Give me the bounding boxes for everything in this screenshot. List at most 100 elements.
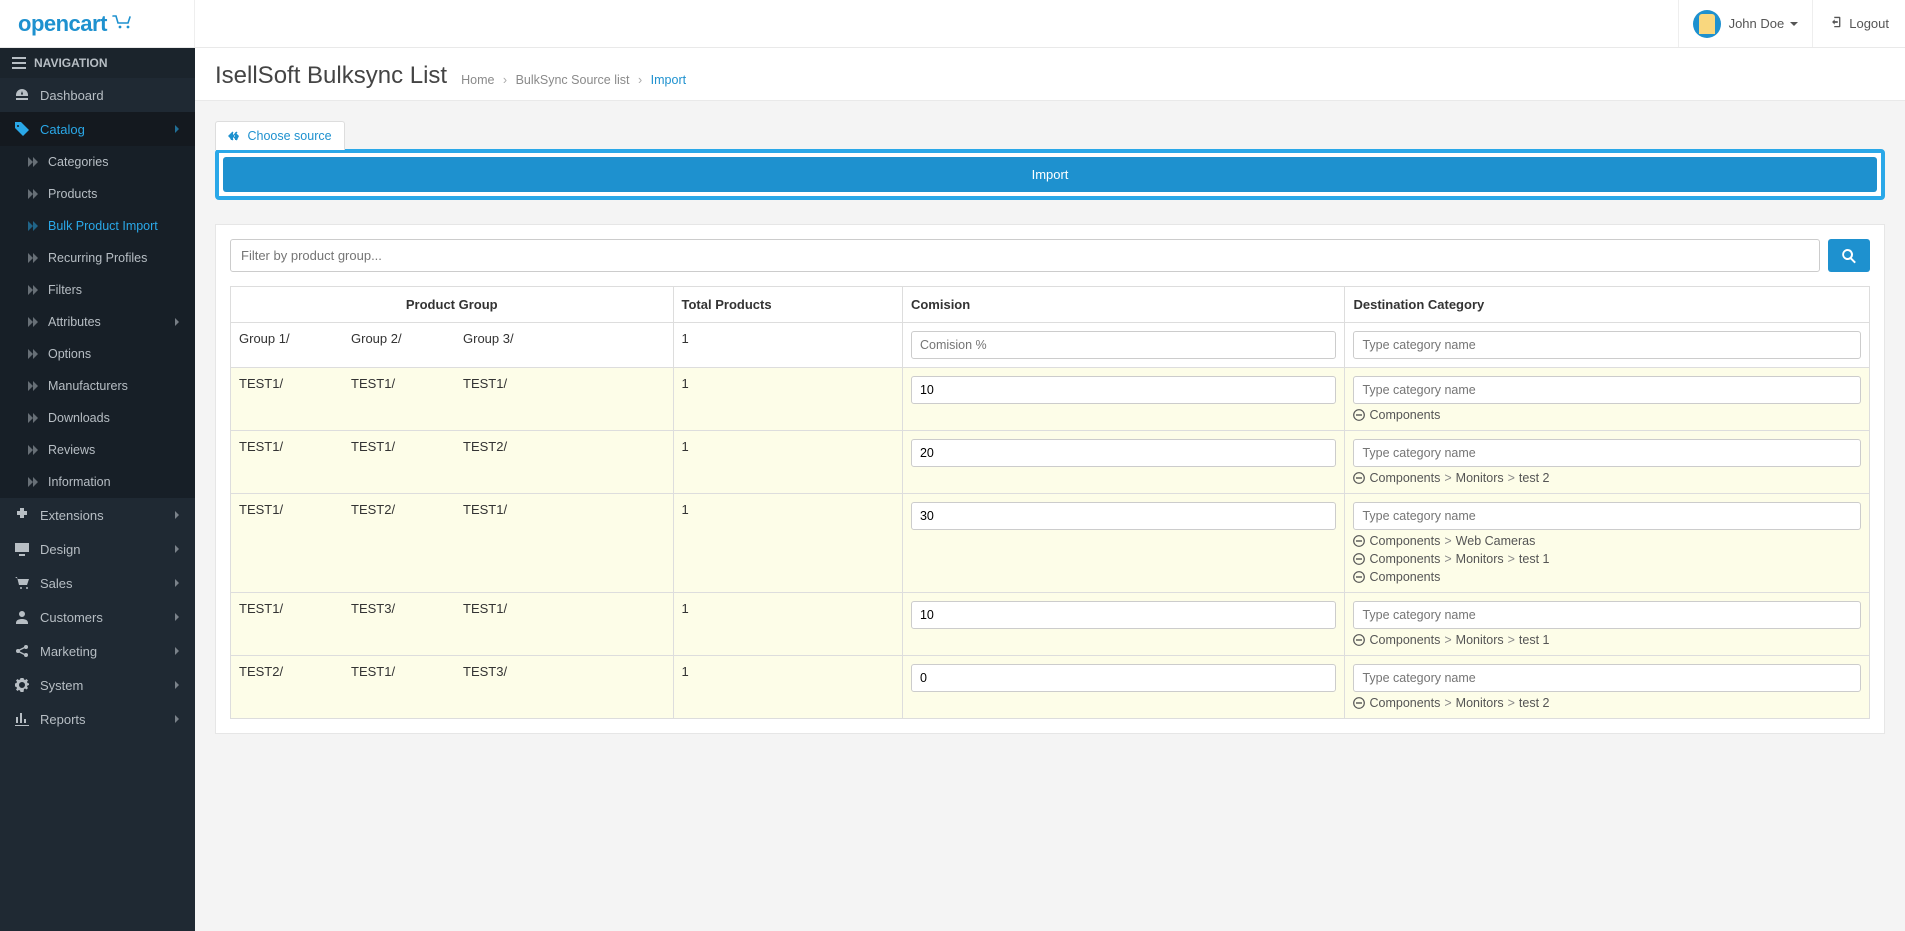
user-menu-button[interactable]: John Doe [1678,0,1813,47]
double-chevron-icon [28,157,38,167]
double-chevron-icon [28,413,38,423]
sidebar-item-dashboard[interactable]: Dashboard [0,78,195,112]
logout-button[interactable]: Logout [1812,0,1905,47]
menu-icon [12,57,26,69]
sidebar-item-filters[interactable]: Filters [0,274,195,306]
category-input[interactable] [1353,664,1861,692]
chevron-right-icon [173,578,181,588]
breadcrumb-current: Import [651,73,686,87]
tag-icon [14,121,30,137]
group-label: Group 3/ [463,331,553,346]
sidebar-item-information[interactable]: Information [0,466,195,498]
catalog-submenu: Categories Products Bulk Product Import … [0,146,195,498]
category-input[interactable] [1353,601,1861,629]
sidebar-item-design[interactable]: Design [0,532,195,566]
comision-input[interactable] [911,502,1337,530]
category-chip[interactable]: Components> Monitors> test 2 [1353,696,1861,710]
sidebar-item-recurring[interactable]: Recurring Profiles [0,242,195,274]
chevron-right-icon [173,646,181,656]
desktop-icon [14,541,30,557]
page-title: IsellSoft Bulksync List [215,62,447,90]
brand-logo[interactable]: opencart [0,0,195,47]
double-chevron-icon [28,381,38,391]
sidebar-item-reviews[interactable]: Reviews [0,434,195,466]
breadcrumb-home[interactable]: Home [461,73,494,87]
group-label: Group 2/ [351,331,441,346]
comision-input[interactable] [911,439,1337,467]
sidebar-item-manufacturers[interactable]: Manufacturers [0,370,195,402]
breadcrumb-source-list[interactable]: BulkSync Source list [516,73,630,87]
import-button[interactable]: Import [223,157,1877,192]
sidebar-item-extensions[interactable]: Extensions [0,498,195,532]
category-input[interactable] [1353,331,1861,359]
category-input[interactable] [1353,376,1861,404]
choose-source-tab[interactable]: Choose source [215,121,345,150]
user-name: John Doe [1729,16,1785,31]
table-row: TEST1/TEST1/TEST2/1 Components> Monitors… [231,431,1870,494]
comision-input[interactable] [911,376,1337,404]
dashboard-icon [14,87,30,103]
group-label: TEST2/ [239,664,329,679]
total-value: 1 [673,323,902,368]
sidebar-item-catalog[interactable]: Catalog [0,112,195,146]
sidebar-item-attributes[interactable]: Attributes [0,306,195,338]
minus-circle-icon [1353,535,1365,547]
group-label: TEST2/ [463,439,553,454]
sidebar-item-options[interactable]: Options [0,338,195,370]
nav-header[interactable]: NAVIGATION [0,48,195,78]
filter-input[interactable] [230,239,1820,272]
cart-icon [111,14,139,33]
group-label: TEST1/ [239,502,329,517]
category-chip[interactable]: Components> Monitors> test 1 [1353,633,1861,647]
top-bar: opencart John Doe Logout [0,0,1905,48]
group-label: TEST1/ [463,376,553,391]
comision-input[interactable] [911,601,1337,629]
search-button[interactable] [1828,239,1870,272]
comision-input[interactable] [911,664,1337,692]
category-chip[interactable]: Components> Monitors> test 1 [1353,552,1861,566]
chevron-right-icon [173,544,181,554]
sidebar-item-downloads[interactable]: Downloads [0,402,195,434]
caret-down-icon [1790,16,1798,31]
table-row: TEST1/TEST1/TEST1/1 Components [231,368,1870,431]
sidebar-item-categories[interactable]: Categories [0,146,195,178]
group-label: Group 1/ [239,331,329,346]
chevron-right-icon [173,680,181,690]
user-icon [14,609,30,625]
category-chip[interactable]: Components> Monitors> test 2 [1353,471,1861,485]
category-chip[interactable]: Components [1353,408,1861,422]
sidebar-item-bulk-import[interactable]: Bulk Product Import [0,210,195,242]
comision-input[interactable] [911,331,1337,359]
group-label: TEST1/ [239,376,329,391]
category-chip[interactable]: Components [1353,570,1861,584]
total-value: 1 [673,593,902,656]
group-label: TEST1/ [463,601,553,616]
table-row: TEST2/TEST1/TEST3/1 Components> Monitors… [231,656,1870,719]
total-value: 1 [673,656,902,719]
logout-icon [1829,15,1849,32]
col-product-group: Product Group [231,287,674,323]
group-label: TEST1/ [239,439,329,454]
chart-icon [14,711,30,727]
category-chip[interactable]: Components> Web Cameras [1353,534,1861,548]
data-panel: Product Group Total Products Comision De… [215,224,1885,734]
group-label: TEST3/ [463,664,553,679]
minus-circle-icon [1353,472,1365,484]
sidebar-item-marketing[interactable]: Marketing [0,634,195,668]
chevron-right-icon [173,124,181,134]
double-chevron-icon [28,349,38,359]
sidebar-item-sales[interactable]: Sales [0,566,195,600]
group-label: TEST1/ [239,601,329,616]
breadcrumb: Home › BulkSync Source list › Import [461,73,686,90]
sidebar-item-system[interactable]: System [0,668,195,702]
sidebar-item-products[interactable]: Products [0,178,195,210]
import-frame: Import [215,149,1885,200]
double-chevron-icon [28,285,38,295]
avatar [1693,10,1721,38]
col-comision: Comision [902,287,1345,323]
chevron-right-icon [173,510,181,520]
sidebar-item-reports[interactable]: Reports [0,702,195,736]
sidebar-item-customers[interactable]: Customers [0,600,195,634]
category-input[interactable] [1353,439,1861,467]
category-input[interactable] [1353,502,1861,530]
